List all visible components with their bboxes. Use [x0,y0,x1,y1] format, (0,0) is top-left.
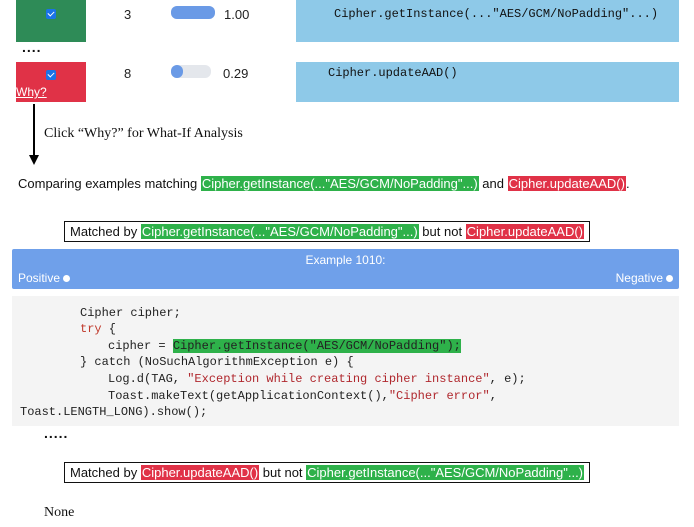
down-arrow-icon [29,104,39,165]
example-code-block: Cipher cipher; try { cipher = Cipher.get… [12,296,679,426]
code-line-6-post: , [489,389,497,403]
example-title: Example 1010: [305,253,386,267]
row-1-score-bar [171,6,215,19]
row-2-checkbox[interactable] [16,61,86,81]
comparing-pattern-b: Cipher.updateAAD() [507,176,626,191]
row-2-score-bar [171,65,211,78]
row-1-code-text: Cipher.getInstance(..."AES/GCM/NoPadding… [334,7,659,21]
code-line-1-text: Cipher cipher; [80,306,181,320]
code-line-6-pre: Toast.makeText(getApplicationContext(), [108,389,389,403]
code-matched-end: ); [446,339,461,353]
code-line-5-string: "Exception while creating cipher instanc… [187,372,490,386]
match2-prefix: Matched by [70,465,141,480]
comparing-mid: and [478,176,508,191]
match2-pattern-a: Cipher.updateAAD() [140,465,260,480]
code-line-5-pre: Log.d(TAG, [108,372,188,386]
negative-label[interactable]: Negative [616,271,673,285]
comparing-sentence: Comparing examples matching Cipher.getIn… [18,176,630,191]
row-1-checkbox[interactable] [16,0,86,32]
negative-dot-icon [666,275,673,283]
row-2-code-text: Cipher.updateAAD() [328,66,458,80]
row-2-count: 8 [124,66,132,81]
code-line-3-pre: cipher = [108,339,173,353]
positive-text: Positive [18,271,61,285]
comparing-prefix: Comparing examples matching [18,176,201,191]
match2-mid: but not [259,465,307,480]
match1-mid: but not [418,224,466,239]
match1-prefix: Matched by [70,224,141,239]
result-text: None [44,505,75,520]
code-line-6-string: "Cipher error" [388,389,490,403]
why-link[interactable]: Why? [16,85,47,99]
example-header: Example 1010: Positive Negative [12,249,679,289]
code-line-4-text: } catch (NoSuchAlgorithmException e) { [80,355,354,369]
checkbox-checked-icon [46,9,56,19]
matched-box-negative: Matched by Cipher.updateAAD() but not Ci… [64,462,591,483]
code-line-2-rest: { [101,322,117,336]
code-matched-string: "AES/GCM/NoPadding" [309,339,447,353]
row-2-score-bar-fill [171,65,183,78]
comparing-pattern-a: Cipher.getInstance(..."AES/GCM/NoPadding… [200,176,479,191]
code-line-7: Toast.LENGTH_LONG).show(); [20,405,207,419]
negative-text: Negative [615,271,663,285]
row-1-count: 3 [124,7,132,22]
row-1-score-bar-fill [171,6,215,19]
code-keyword-try: try [80,322,102,336]
code-line-1: Cipher cipher; [80,306,181,320]
comparing-suffix: . [625,176,630,191]
positive-dot-icon [63,275,71,283]
code-matched-call: Cipher.getInstance( [172,339,310,353]
code-line-3: cipher = Cipher.getInstance("AES/GCM/NoP… [108,339,461,353]
match1-pattern-a: Cipher.getInstance(..."AES/GCM/NoPadding… [140,224,419,239]
row-2-code: Cipher.updateAAD() [296,62,679,102]
code-ellipsis: ..... [44,425,69,441]
match1-pattern-b: Cipher.updateAAD() [465,224,585,239]
matched-box-positive: Matched by Cipher.getInstance(..."AES/GC… [64,221,591,242]
row-1-score: 1.00 [224,7,250,22]
checkbox-checked-icon [46,70,56,80]
row-2-score: 0.29 [223,66,249,81]
positive-label[interactable]: Positive [18,271,71,285]
arrow-caption: Click “Why?” for What-If Analysis [44,126,243,141]
code-line-7-text: Toast.LENGTH_LONG).show(); [20,405,208,419]
code-line-4: } catch (NoSuchAlgorithmException e) { [80,355,354,369]
match2-pattern-b: Cipher.getInstance(..."AES/GCM/NoPadding… [306,465,585,480]
code-line-5: Log.d(TAG, "Exception while creating cip… [108,372,526,386]
rows-ellipsis: .... [22,39,42,55]
code-line-5-post: , e); [489,372,526,386]
row-1-code: Cipher.getInstance(..."AES/GCM/NoPadding… [296,0,679,42]
code-line-2: try { [80,322,116,336]
code-line-6: Toast.makeText(getApplicationContext(),"… [108,389,497,403]
